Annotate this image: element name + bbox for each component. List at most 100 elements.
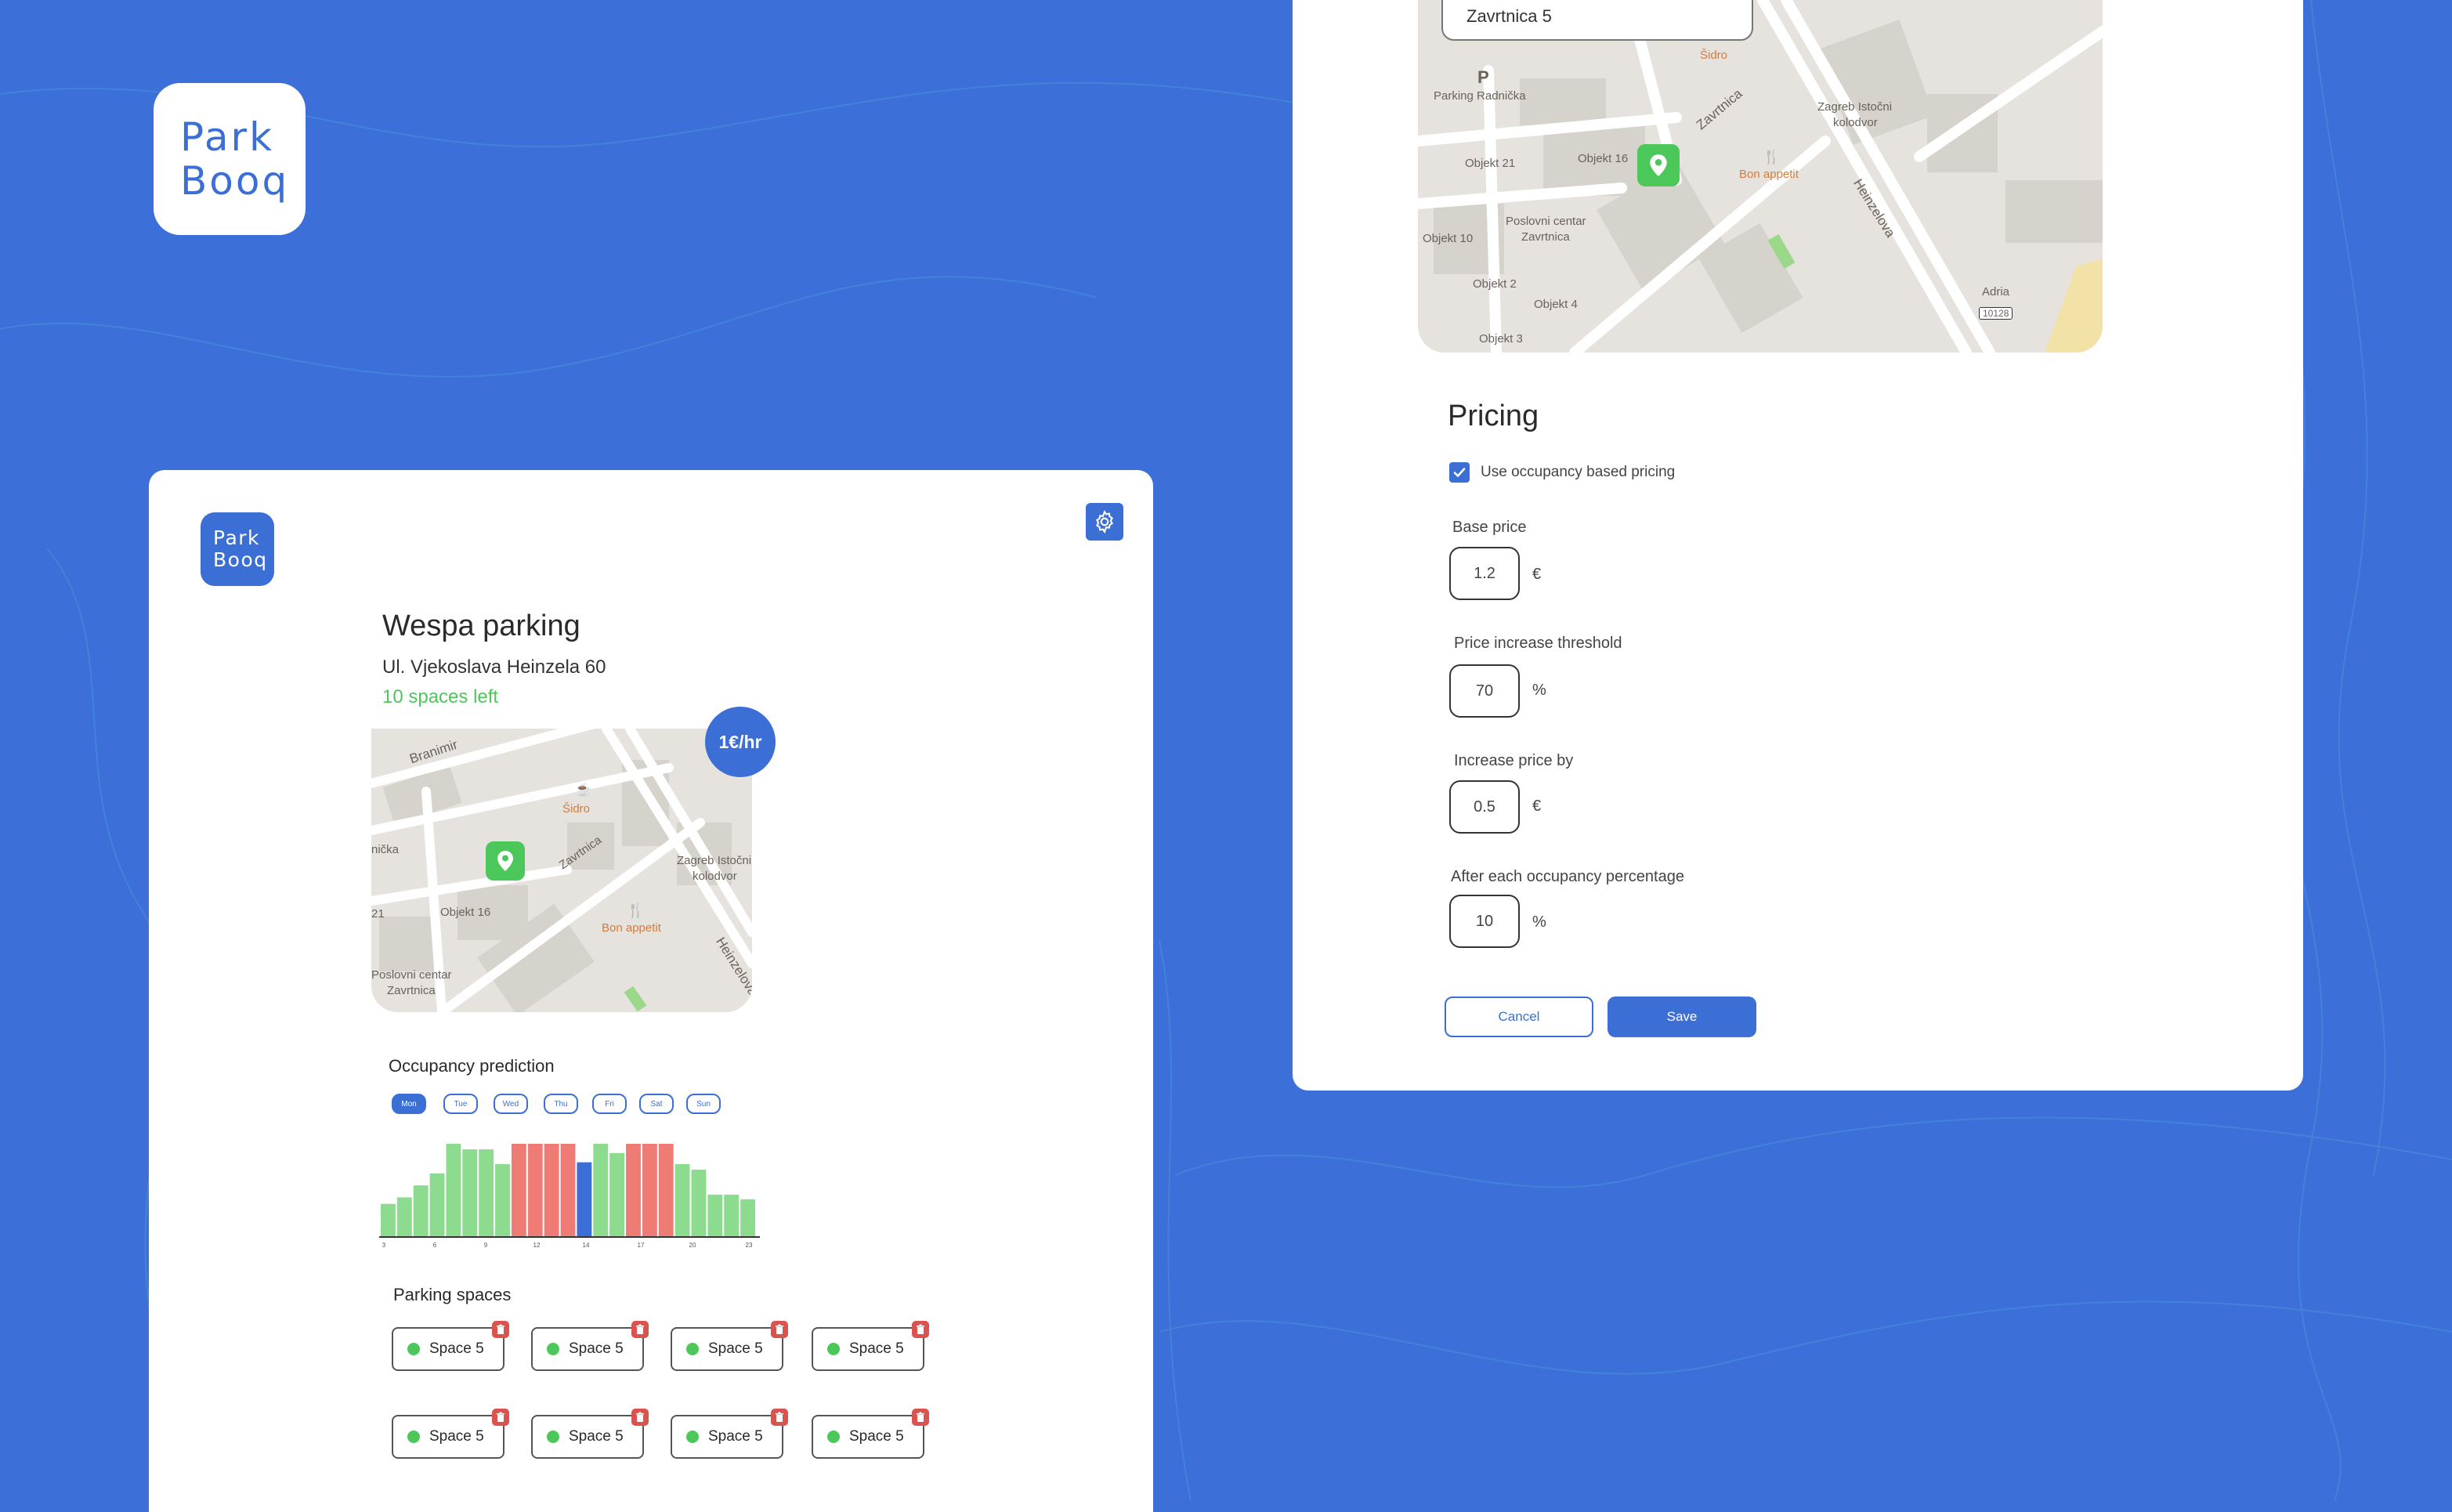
trash-icon[interactable]: [631, 1321, 649, 1338]
parking-icon: P: [1477, 67, 1489, 87]
trash-icon[interactable]: [912, 1409, 929, 1426]
map-label: Objekt 16: [440, 906, 491, 919]
location-pin-icon[interactable]: [486, 841, 525, 881]
logo-line2: Booq: [180, 158, 290, 204]
trash-icon[interactable]: [492, 1409, 509, 1426]
base-price-unit: €: [1532, 566, 1542, 583]
map-label: Objekt 10: [1423, 232, 1474, 245]
day-chip-tue[interactable]: Tue: [443, 1094, 478, 1114]
step-label: After each occupancy percentage: [1451, 868, 1684, 885]
map-label: kolodvor: [693, 870, 737, 883]
parking-space-label: Space 5: [569, 1428, 624, 1445]
step-input[interactable]: 10: [1449, 895, 1520, 948]
trash-icon[interactable]: [771, 1321, 788, 1338]
occupancy-bar: [658, 1144, 674, 1236]
occupancy-title: Occupancy prediction: [389, 1056, 555, 1076]
card-logo-line2: Booq: [213, 548, 268, 571]
parking-space-label: Space 5: [569, 1340, 624, 1357]
trash-icon[interactable]: [631, 1409, 649, 1426]
parking-space-label: Space 5: [429, 1428, 484, 1445]
x-tick-label: 14: [583, 1242, 590, 1249]
address-search-input[interactable]: Zavrtnica 5: [1441, 0, 1753, 41]
map-label: Šidro: [1700, 49, 1728, 62]
settings-button[interactable]: [1086, 503, 1123, 541]
map-label: kolodvor: [1833, 116, 1878, 129]
status-dot: [686, 1431, 699, 1443]
parking-space-chip[interactable]: Space 5: [392, 1409, 509, 1459]
occupancy-bar: [462, 1149, 478, 1236]
x-tick-label: 12: [533, 1242, 541, 1249]
threshold-input[interactable]: 70: [1449, 664, 1520, 718]
occupancy-bar: [609, 1152, 625, 1236]
lot-map[interactable]: Branimir Šidro nička Zavrtnica Zagreb Is…: [371, 729, 752, 1012]
card-logo: Park Booq: [201, 512, 274, 586]
parking-space-label: Space 5: [849, 1428, 904, 1445]
status-dot: [547, 1343, 559, 1355]
map-label: Poslovni centar: [1506, 215, 1586, 228]
map-label: Objekt 21: [1465, 157, 1516, 170]
trash-icon[interactable]: [912, 1321, 929, 1338]
pricing-title: Pricing: [1448, 400, 1539, 432]
status-dot: [407, 1343, 420, 1355]
status-dot: [827, 1431, 840, 1443]
parking-space-label: Space 5: [708, 1340, 763, 1357]
status-dot: [547, 1431, 559, 1443]
increase-label: Increase price by: [1454, 752, 1574, 769]
occupancy-pricing-label: Use occupancy based pricing: [1481, 464, 1676, 480]
parking-space-chip[interactable]: Space 5: [671, 1409, 788, 1459]
restaurant-icon: 🍴: [627, 902, 645, 918]
parking-space-chip[interactable]: Space 5: [531, 1321, 649, 1371]
parking-space-chip[interactable]: Space 5: [812, 1321, 929, 1371]
day-chip-sun[interactable]: Sun: [686, 1094, 721, 1114]
cafe-icon: ☕: [575, 783, 591, 797]
trash-icon[interactable]: [771, 1409, 788, 1426]
day-chip-mon[interactable]: Mon: [392, 1094, 426, 1114]
status-dot: [827, 1343, 840, 1355]
parking-space-chip[interactable]: Space 5: [812, 1409, 929, 1459]
map-label: Objekt 4: [1534, 298, 1578, 311]
parking-space-chip[interactable]: Space 5: [392, 1321, 509, 1371]
day-chip-fri[interactable]: Fri: [592, 1094, 627, 1114]
threshold-label: Price increase threshold: [1454, 635, 1622, 652]
app-logo: Park Booq: [154, 83, 306, 235]
location-pin-icon[interactable]: [1637, 144, 1680, 186]
logo-line1: Park: [180, 114, 275, 160]
base-price-input[interactable]: 1.2: [1449, 547, 1520, 600]
parking-space-chip[interactable]: Space 5: [671, 1321, 788, 1371]
occupancy-bar: [544, 1144, 559, 1236]
day-chip-sat[interactable]: Sat: [639, 1094, 674, 1114]
day-chip-thu[interactable]: Thu: [544, 1094, 578, 1114]
card-logo-line1: Park: [213, 526, 261, 549]
x-tick-label: 20: [689, 1242, 696, 1249]
occupancy-bar: [511, 1144, 526, 1236]
day-chip-wed[interactable]: Wed: [494, 1094, 528, 1114]
occupancy-bar: [577, 1162, 592, 1236]
parking-space-label: Space 5: [429, 1340, 484, 1357]
map-label: Adria: [1982, 285, 2010, 298]
map-label: Poslovni centar: [371, 968, 452, 982]
trash-icon[interactable]: [492, 1321, 509, 1338]
occupancy-pricing-checkbox[interactable]: [1449, 462, 1470, 483]
threshold-unit: %: [1532, 682, 1546, 699]
save-button[interactable]: Save: [1608, 997, 1756, 1037]
map-label: Zavrtnica: [387, 984, 436, 997]
road-number-badge: 10128: [1979, 307, 2013, 320]
occupancy-bar: [429, 1173, 445, 1236]
occupancy-bar: [381, 1203, 396, 1236]
location-map[interactable]: Šidro P Parking Radnička Zavrtnica Zagre…: [1418, 0, 2103, 353]
base-price-label: Base price: [1452, 519, 1527, 536]
x-tick-label: 6: [433, 1242, 437, 1249]
map-label: nička: [371, 843, 400, 856]
occupancy-bar: [626, 1144, 641, 1236]
map-label: Parking Radnička: [1434, 89, 1526, 103]
address-search-value: Zavrtnica 5: [1466, 6, 1552, 26]
cancel-button[interactable]: Cancel: [1445, 997, 1593, 1037]
step-unit: %: [1532, 913, 1546, 931]
increase-input[interactable]: 0.5: [1449, 780, 1520, 834]
status-dot: [686, 1343, 699, 1355]
parking-space-chip[interactable]: Space 5: [531, 1409, 649, 1459]
map-label: Zagreb Istočni: [1817, 100, 1893, 114]
occupancy-bar: [740, 1199, 755, 1236]
restaurant-icon: 🍴: [1763, 149, 1781, 165]
occupancy-bar: [479, 1149, 494, 1236]
